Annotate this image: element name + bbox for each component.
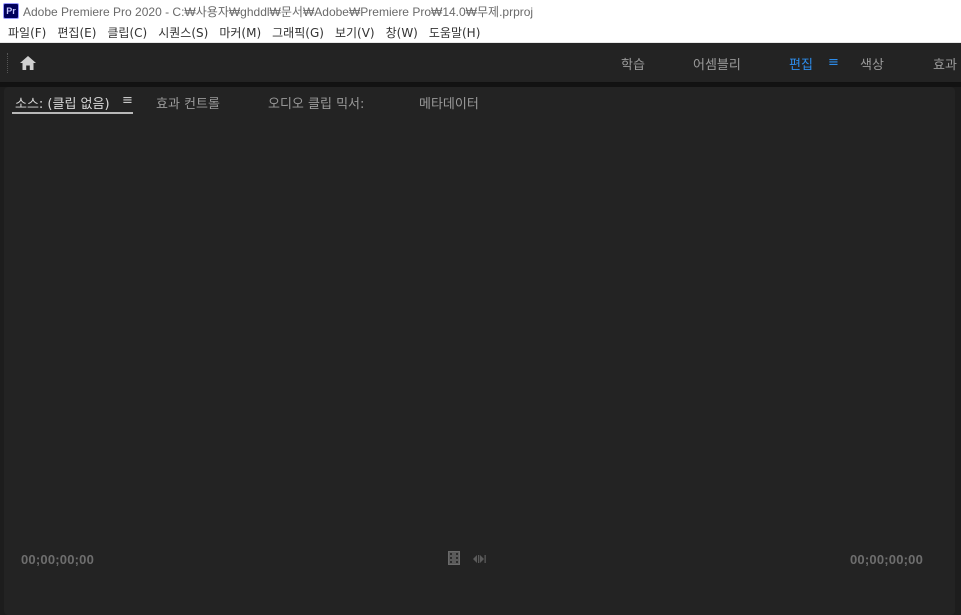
workspace-tab-color[interactable]: 색상 <box>860 54 884 73</box>
window-title: Adobe Premiere Pro 2020 - C:₩사용자₩ghddl₩문… <box>23 4 534 19</box>
menu-help[interactable]: 도움말(H) <box>423 24 486 41</box>
panel-menu-icon[interactable]: ≡ <box>122 93 133 108</box>
menu-edit[interactable]: 편집(E) <box>51 24 101 41</box>
menu-bar: 파일(F) 편집(E) 클립(C) 시퀀스(S) 마커(M) 그래픽(G) 보기… <box>0 22 961 43</box>
film-icon[interactable] <box>448 551 460 565</box>
workspace-tab-learning[interactable]: 학습 <box>621 54 645 73</box>
tab-metadata[interactable]: 메타데이터 <box>419 93 479 112</box>
source-monitor-panel: 소스: (클립 없음) ≡ 효과 컨트롤 오디오 클립 믹서: 메타데이터 00… <box>4 87 955 615</box>
tab-effect-controls[interactable]: 효과 컨트롤 <box>156 93 220 112</box>
workspace-menu-icon[interactable]: ≡ <box>828 55 839 70</box>
export-frame-icon[interactable] <box>473 554 487 564</box>
menu-view[interactable]: 보기(V) <box>329 24 380 41</box>
menu-file[interactable]: 파일(F) <box>0 24 51 41</box>
workspace-tab-effects[interactable]: 효과 <box>933 54 957 73</box>
timecode-playhead[interactable]: 00;00;00;00 <box>21 552 94 567</box>
tab-source[interactable]: 소스: (클립 없음) <box>15 93 110 112</box>
title-bar: Pr Adobe Premiere Pro 2020 - C:₩사용자₩ghdd… <box>0 0 961 22</box>
menu-graphics[interactable]: 그래픽(G) <box>266 24 329 41</box>
menu-marker[interactable]: 마커(M) <box>213 24 266 41</box>
workspace-tab-assembly[interactable]: 어셈블리 <box>693 54 741 73</box>
menu-window[interactable]: 창(W) <box>380 24 423 41</box>
timecode-duration: 00;00;00;00 <box>850 552 924 567</box>
tab-audio-clip-mixer[interactable]: 오디오 클립 믹서: <box>268 93 364 112</box>
premiere-app-icon: Pr <box>3 3 19 19</box>
home-button[interactable] <box>17 54 39 72</box>
home-icon <box>20 56 36 70</box>
workspace-header: 학습 어셈블리 편집 ≡ 색상 효과 <box>0 43 961 83</box>
workspace-tab-editing[interactable]: 편집 <box>789 54 813 73</box>
menu-sequence[interactable]: 시퀀스(S) <box>152 24 213 41</box>
menu-clip[interactable]: 클립(C) <box>101 24 152 41</box>
drag-grip[interactable] <box>7 53 9 73</box>
active-tab-underline <box>12 112 133 114</box>
